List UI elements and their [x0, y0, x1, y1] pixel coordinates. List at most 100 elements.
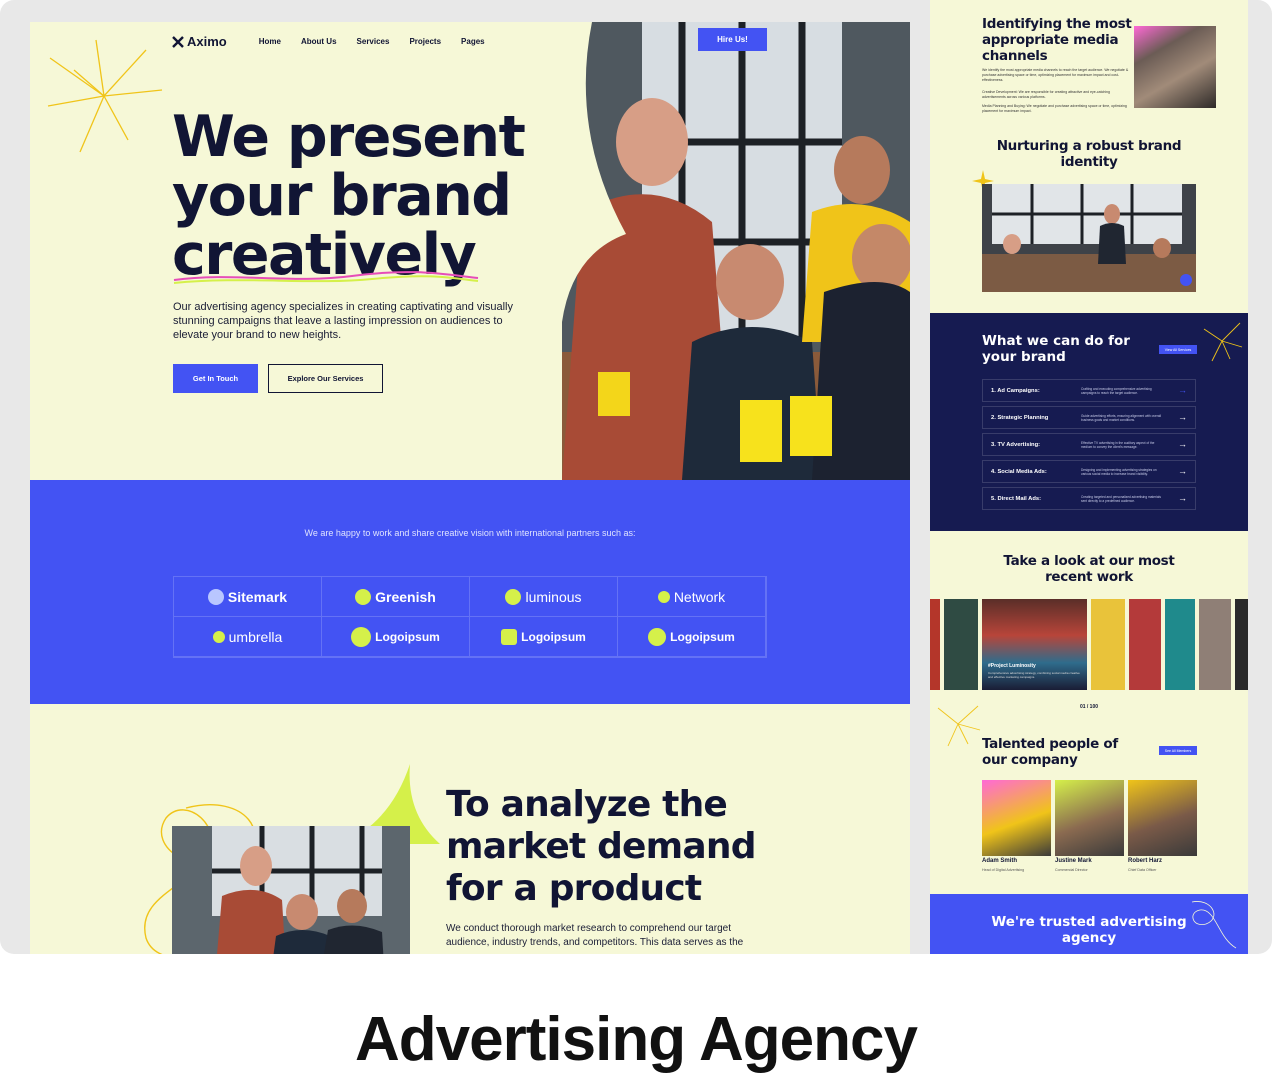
work-card[interactable] — [1091, 599, 1125, 690]
arrow-right-icon: → — [1178, 439, 1187, 449]
member-photo-adam[interactable] — [982, 780, 1051, 856]
explore-services-button[interactable]: Explore Our Services — [268, 364, 383, 393]
logoipsum-square-icon — [501, 628, 518, 645]
member-photo-justine[interactable] — [1055, 780, 1124, 856]
work-card[interactable] — [1235, 599, 1248, 690]
service-row-ad-campaigns[interactable]: 1. Ad Campaigns: Crafting and executing … — [982, 379, 1196, 402]
work-card-featured[interactable]: #Project Luminosity Comprehensive advert… — [982, 599, 1087, 690]
nav-services[interactable]: Services — [357, 37, 390, 46]
side-page: Identifying the most appropriate media c… — [930, 0, 1248, 954]
media-photo — [1134, 26, 1216, 108]
media-bullet-1: Creative Development: We are responsible… — [982, 90, 1110, 99]
partner-logo-network[interactable]: Network — [618, 577, 766, 617]
hero-title-line-1: We present — [172, 104, 526, 170]
market-title-line-2: market demand — [446, 826, 756, 867]
market-photo — [172, 826, 410, 954]
service-desc: Guide advertising efforts, ensuring alig… — [1081, 413, 1162, 422]
get-in-touch-button[interactable]: Get In Touch — [173, 364, 258, 393]
team-title: Talented people of our company — [982, 736, 1118, 768]
work-card[interactable] — [930, 599, 940, 690]
partner-logo-greenish[interactable]: Greenish — [322, 577, 470, 617]
member-photo-robert[interactable] — [1128, 780, 1197, 856]
service-desc: Crafting and executing comprehensive adv… — [1081, 386, 1152, 395]
hire-us-button[interactable]: Hire Us! — [698, 28, 767, 51]
greenish-icon — [355, 588, 372, 605]
service-row-strategic-planning[interactable]: 2. Strategic Planning Guide advertising … — [982, 406, 1196, 429]
partner-name: umbrella — [228, 628, 283, 645]
partner-logo-sitemark[interactable]: Sitemark — [174, 577, 322, 617]
see-all-members-button[interactable]: See All Members — [1159, 746, 1197, 755]
nav-home[interactable]: Home — [259, 37, 281, 46]
service-title: 3. TV Advertising: — [991, 441, 1041, 448]
work-project-desc: Comprehensive advertising strategy, comb… — [988, 671, 1080, 679]
logo-icon — [172, 35, 184, 48]
hero-title-line-2: your brand — [172, 163, 512, 229]
service-title: 1. Ad Campaigns: — [991, 387, 1040, 394]
service-desc: Effective TV advertising in the auditory… — [1081, 440, 1155, 449]
service-row-social-media[interactable]: 4. Social Media Ads: Designing and imple… — [982, 460, 1196, 483]
member-name: Adam Smith — [982, 858, 1018, 864]
arrow-right-icon: → — [1178, 385, 1187, 395]
partner-logo-umbrella[interactable]: umbrella — [174, 617, 322, 657]
partner-logo-luminous[interactable]: luminous — [470, 577, 618, 617]
logo-text: Aximo — [187, 34, 227, 49]
nav-projects[interactable]: Projects — [409, 37, 441, 46]
partners-grid: Sitemark Greenish luminous Network umbre… — [173, 576, 767, 658]
member-name: Robert Harz — [1128, 858, 1163, 864]
services-sparkle-icon — [1203, 322, 1243, 362]
partner-name: Greenish — [375, 588, 436, 605]
work-project-label: #Project Luminosity — [988, 663, 1036, 669]
member-role: Head of Digital Advertising — [982, 868, 1025, 872]
sparkle-icon — [47, 39, 163, 153]
partner-name: Logoipsum — [375, 629, 440, 644]
view-all-services-button[interactable]: View All Services — [1159, 345, 1197, 354]
trusted-section: We're trusted advertising agency — [930, 894, 1248, 954]
market-description: We conduct thorough market research to c… — [446, 923, 744, 948]
partners-text: We are happy to work and share creative … — [304, 528, 636, 538]
nav-about[interactable]: About Us — [301, 37, 337, 46]
partner-name: Sitemark — [227, 588, 288, 605]
services-section: What we can do for your brand View All S… — [930, 313, 1248, 531]
work-carousel[interactable]: #Project Luminosity Comprehensive advert… — [930, 599, 1248, 690]
service-row-direct-mail[interactable]: 5. Direct Mail Ads: Creating targeted an… — [982, 487, 1196, 510]
trusted-title: We're trusted advertising agency — [991, 914, 1187, 946]
arrow-right-icon: → — [1178, 412, 1187, 422]
service-row-tv-advertising[interactable]: 3. TV Advertising: Effective TV advertis… — [982, 433, 1196, 456]
nav-pages[interactable]: Pages — [461, 37, 485, 46]
arrow-right-icon: → — [1178, 493, 1187, 503]
preview-frame: Aximo Home About Us Services Projects Pa… — [0, 0, 1272, 954]
identity-photo — [982, 184, 1196, 292]
member-role: Commercial Director — [1055, 868, 1088, 872]
logoipsum-sun-icon — [648, 627, 667, 646]
partner-name: Network — [673, 588, 726, 605]
work-card[interactable] — [1129, 599, 1161, 690]
media-title: Identifying the most appropriate media c… — [982, 16, 1132, 64]
main-page: Aximo Home About Us Services Projects Pa… — [30, 22, 910, 954]
partner-name: luminous — [525, 588, 582, 605]
service-desc: Creating targeted and personalized adver… — [1081, 494, 1161, 503]
top-nav: Aximo Home About Us Services Projects Pa… — [172, 34, 485, 49]
service-title: 4. Social Media Ads: — [991, 468, 1047, 475]
media-description: We identify the most appropriate media c… — [982, 68, 1129, 82]
partner-logo-logoipsum-3[interactable]: Logoipsum — [618, 617, 766, 657]
partners-section: We are happy to work and share creative … — [30, 480, 910, 704]
market-title-line-3: for a product — [446, 868, 702, 909]
market-photo-art — [172, 826, 410, 954]
logoipsum-bolt-icon — [351, 626, 372, 647]
service-title: 5. Direct Mail Ads: — [991, 495, 1042, 502]
arrow-right-icon: → — [1178, 466, 1187, 476]
umbrella-icon — [212, 630, 225, 643]
partner-logo-logoipsum-2[interactable]: Logoipsum — [470, 617, 618, 657]
market-title-line-1: To analyze the — [446, 784, 728, 825]
logo[interactable]: Aximo — [172, 34, 227, 49]
work-card[interactable] — [944, 599, 978, 690]
market-title: To analyze the market demand for a produ… — [446, 784, 806, 910]
hero-underline — [173, 271, 479, 284]
services-title: What we can do for your brand — [982, 333, 1130, 365]
work-card[interactable] — [1165, 599, 1195, 690]
network-icon — [657, 590, 670, 603]
identity-title: Nurturing a robust brand identity — [996, 138, 1182, 170]
work-card[interactable] — [1199, 599, 1231, 690]
team-sparkle-icon — [937, 705, 981, 747]
partner-logo-logoipsum-1[interactable]: Logoipsum — [322, 617, 470, 657]
